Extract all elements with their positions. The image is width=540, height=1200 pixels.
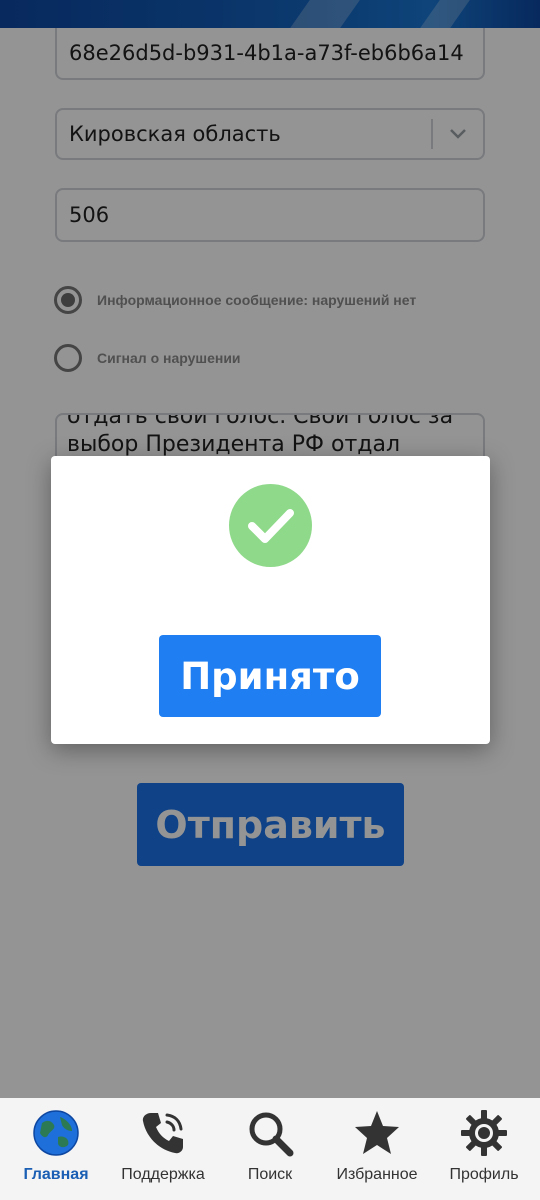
nav-label: Поиск [247,1166,293,1183]
nav-item-profile[interactable]: Профиль [434,1108,534,1200]
nav-label: Главная [23,1166,89,1183]
nav-item-search[interactable]: Поиск [220,1108,320,1200]
nav-item-support[interactable]: Поддержка [113,1108,213,1200]
nav-item-favorites[interactable]: Избранное [327,1108,427,1200]
check-circle-icon [229,484,312,567]
nav-item-home[interactable]: Главная [6,1108,106,1200]
accept-button[interactable]: Принято [159,635,381,717]
success-dialog: Принято [51,456,490,744]
star-icon [352,1108,402,1158]
gear-icon [459,1108,509,1158]
nav-label: Профиль [449,1166,519,1183]
bottom-navigation: Главная Поддержка Поиск Избранное Профил… [0,1098,540,1200]
nav-label: Избранное [336,1166,418,1183]
globe-icon [31,1108,81,1158]
nav-label: Поддержка [121,1166,205,1183]
search-icon [245,1108,295,1158]
phone-icon [138,1108,188,1158]
